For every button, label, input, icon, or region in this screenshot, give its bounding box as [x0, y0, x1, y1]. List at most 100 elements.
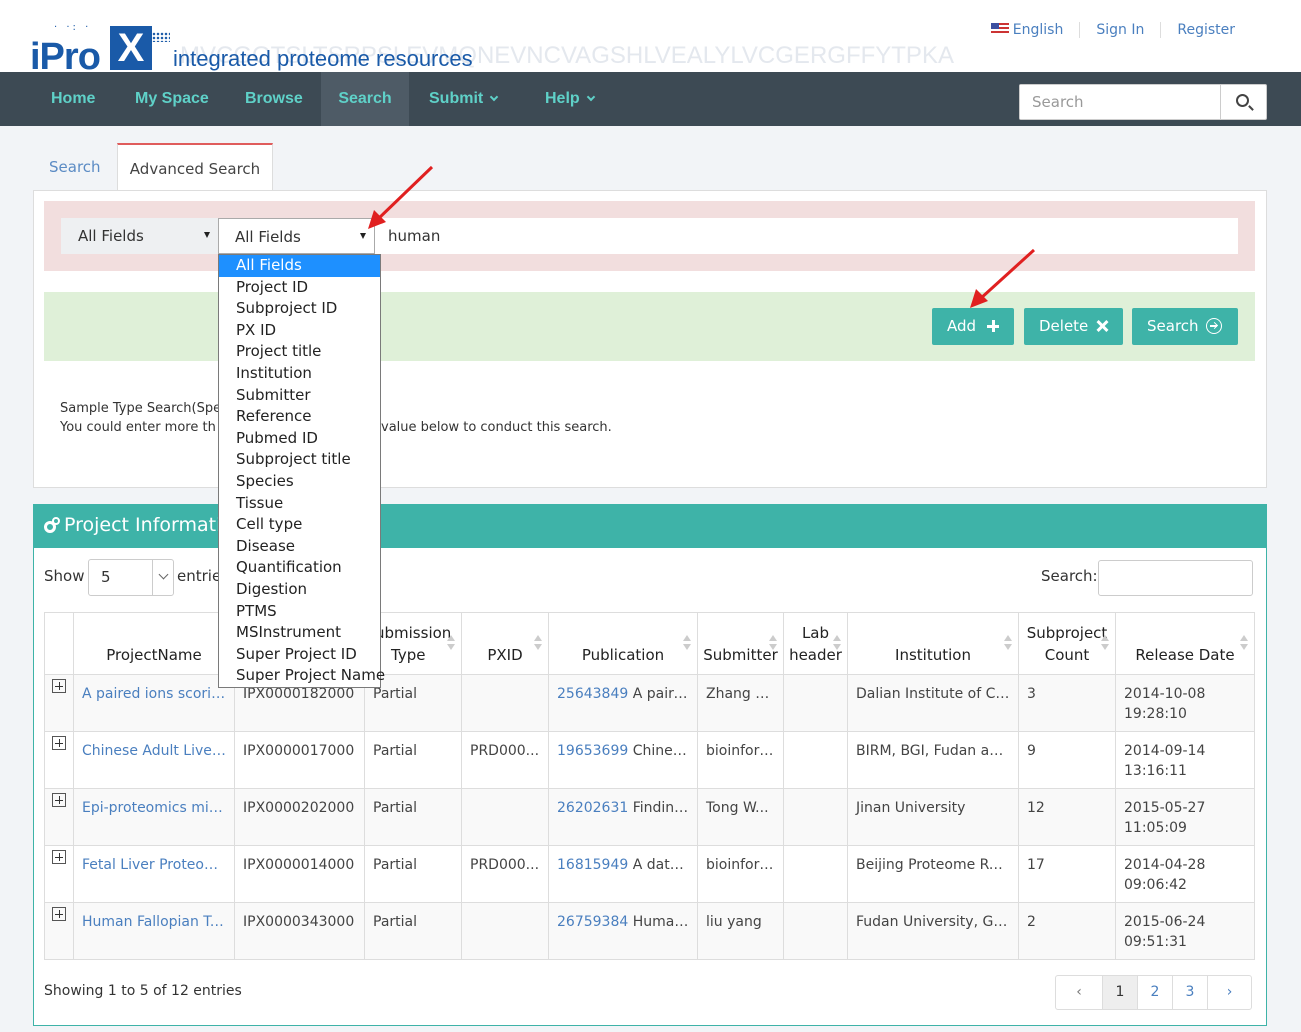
tab-advanced-search[interactable]: Advanced Search	[117, 143, 273, 192]
top-links: English Sign In Register	[975, 22, 1251, 38]
release-date-cell: 2015-05-27 11:05:09	[1115, 788, 1255, 846]
col-submitter[interactable]: Submitter	[697, 612, 784, 675]
dropdown-option[interactable]: Project ID	[219, 277, 380, 299]
search-term-input[interactable]: human	[375, 218, 1238, 254]
subproject-count-cell: 12	[1018, 788, 1116, 846]
dropdown-option[interactable]: Cell type	[219, 514, 380, 536]
expand-cell[interactable]	[44, 902, 74, 960]
operator-select[interactable]: All Fields	[61, 218, 218, 254]
institution-cell: Fudan University, Gu...	[847, 902, 1019, 960]
sort-icon	[1240, 635, 1248, 651]
sign-in-link[interactable]: Sign In	[1079, 22, 1160, 38]
pubmed-link[interactable]: 26202631	[557, 800, 628, 816]
expand-plus-icon[interactable]	[52, 679, 66, 693]
submission-type-cell: Partial	[364, 731, 462, 789]
project-name-link[interactable]: A paired ions scorin...	[73, 674, 235, 732]
page-3-button[interactable]: 3	[1172, 976, 1207, 1009]
expand-cell[interactable]	[44, 674, 74, 732]
dropdown-option[interactable]: Species	[219, 471, 380, 493]
col-subproject-count[interactable]: Subproject Count	[1018, 612, 1116, 675]
entries-label: entrie	[177, 567, 222, 585]
dropdown-option[interactable]: Institution	[219, 363, 380, 385]
pagination: ‹ 1 2 3 ›	[1055, 975, 1252, 1010]
nav-home[interactable]: Home	[51, 72, 95, 126]
project-id-cell: IPX0000343000	[234, 902, 365, 960]
hint-line-2-tail: value below to conduct this search.	[381, 420, 612, 435]
dropdown-option[interactable]: Subproject ID	[219, 298, 380, 320]
pubmed-link[interactable]: 16815949	[557, 857, 628, 873]
dropdown-option[interactable]: Super Project ID	[219, 644, 380, 666]
next-page-button[interactable]: ›	[1207, 976, 1251, 1009]
sort-icon	[534, 635, 542, 651]
col-label: Count	[1044, 646, 1090, 664]
page-1-button[interactable]: 1	[1102, 976, 1137, 1009]
dropdown-option[interactable]: Project title	[219, 341, 380, 363]
nav-my-space[interactable]: My Space	[135, 72, 209, 126]
pubmed-link[interactable]: 19653699	[557, 743, 628, 759]
iprox-logo[interactable]: · ·: · iPro X	[30, 22, 170, 78]
expand-cell[interactable]	[44, 731, 74, 789]
tab-search[interactable]: Search	[49, 143, 101, 191]
chevron-down-icon	[586, 92, 595, 102]
language-link[interactable]: English	[975, 22, 1080, 38]
col-release-date[interactable]: Release Date	[1115, 612, 1255, 675]
dropdown-option[interactable]: Submitter	[219, 385, 380, 407]
pubmed-link[interactable]: 25643849	[557, 686, 628, 702]
expand-plus-icon[interactable]	[52, 793, 66, 807]
expand-plus-icon[interactable]	[52, 907, 66, 921]
page-2-button[interactable]: 2	[1137, 976, 1172, 1009]
search-button[interactable]: Search	[1132, 308, 1238, 345]
dropdown-option[interactable]: PX ID	[219, 320, 380, 342]
nav-search[interactable]: Search	[321, 72, 409, 126]
prev-page-button[interactable]: ‹	[1056, 976, 1102, 1009]
pxid-cell	[461, 674, 549, 732]
page-size-select[interactable]: 5	[88, 559, 174, 596]
add-button[interactable]: Add	[932, 308, 1014, 345]
nav-search-input[interactable]	[1020, 85, 1220, 119]
dropdown-option[interactable]: Digestion	[219, 579, 380, 601]
col-institution[interactable]: Institution	[847, 612, 1019, 675]
main-navbar: Home My Space Browse Search Submit Help	[0, 72, 1301, 126]
register-link[interactable]: Register	[1160, 22, 1251, 38]
pubmed-link[interactable]: 26759384	[557, 914, 628, 930]
dropdown-option[interactable]: Subproject title	[219, 449, 380, 471]
table-search-input[interactable]	[1098, 560, 1253, 596]
dropdown-option[interactable]: Tissue	[219, 493, 380, 515]
expand-cell[interactable]	[44, 845, 74, 903]
institution-cell: Jinan University	[847, 788, 1019, 846]
project-name-link[interactable]: Fetal Liver Proteome	[73, 845, 235, 903]
dropdown-option[interactable]: Super Project Name	[219, 665, 385, 687]
release-time: 19:28:10	[1124, 706, 1187, 722]
field-select[interactable]: All Fields	[218, 218, 375, 254]
col-publication[interactable]: Publication	[548, 612, 698, 675]
dropdown-option[interactable]: Disease	[219, 536, 380, 558]
release-date-cell: 2014-10-08 19:28:10	[1115, 674, 1255, 732]
close-icon	[1096, 320, 1108, 332]
col-lab-header[interactable]: Lab header	[783, 612, 848, 675]
expand-plus-icon[interactable]	[52, 736, 66, 750]
dropdown-option[interactable]: MSInstrument	[219, 622, 380, 644]
delete-button[interactable]: Delete	[1024, 308, 1123, 345]
expand-plus-icon[interactable]	[52, 850, 66, 864]
caret-down-icon	[204, 232, 210, 238]
col-project-name[interactable]: ProjectName	[73, 612, 235, 675]
project-name-link[interactable]: Human Fallopian Tu...	[73, 902, 235, 960]
expand-cell[interactable]	[44, 788, 74, 846]
lab-header-cell	[783, 674, 848, 732]
dropdown-option[interactable]: Pubmed ID	[219, 428, 380, 450]
publication-cell: 19653699 Chines...	[548, 731, 698, 789]
col-pxid[interactable]: PXID	[461, 612, 549, 675]
nav-help[interactable]: Help	[545, 72, 595, 126]
dropdown-option[interactable]: PTMS	[219, 601, 380, 623]
nav-search-button[interactable]	[1220, 85, 1266, 119]
dropdown-option[interactable]: All Fields	[219, 255, 380, 277]
dropdown-option[interactable]: Quantification	[219, 557, 380, 579]
nav-browse[interactable]: Browse	[245, 72, 303, 126]
project-name-link[interactable]: Chinese Adult Liver ...	[73, 731, 235, 789]
col-label: PXID	[487, 646, 523, 664]
project-name-link[interactable]: Epi-proteomics mis...	[73, 788, 235, 846]
dropdown-option[interactable]: Reference	[219, 406, 380, 428]
submission-type-cell: Partial	[364, 902, 462, 960]
release-time: 13:16:11	[1124, 763, 1187, 779]
nav-submit[interactable]: Submit	[429, 72, 499, 126]
